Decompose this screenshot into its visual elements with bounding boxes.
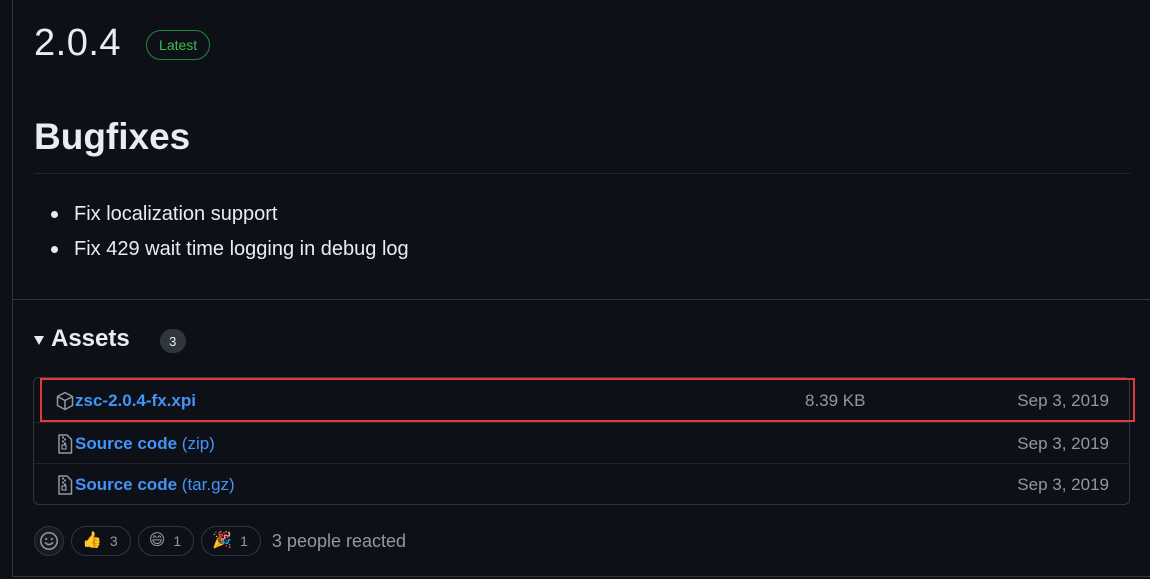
asset-format: (tar.gz) — [181, 474, 235, 494]
bullet-icon — [51, 211, 58, 218]
assets-list: zsc-2.0.4-fx.xpi 8.39 KB Sep 3, 2019 Sou… — [33, 377, 1130, 505]
file-zip-icon — [56, 433, 74, 454]
asset-format: (zip) — [181, 433, 215, 453]
asset-name: Source code — [75, 474, 178, 494]
bullet-icon — [51, 246, 58, 253]
asset-row: Source code (tar.gz) Sep 3, 2019 — [34, 463, 1129, 505]
release-header: 2.0.4 Latest — [34, 22, 211, 65]
list-item: Fix localization support — [34, 197, 409, 232]
heading-divider — [34, 173, 1130, 174]
reaction-count: 1 — [173, 533, 182, 549]
reaction-smile-button[interactable]: 😄 1 — [137, 526, 195, 556]
asset-name: zsc-2.0.4-fx.xpi — [75, 391, 196, 410]
file-zip-icon — [56, 474, 74, 495]
asset-date: Sep 3, 2019 — [1017, 474, 1109, 494]
asset-row: zsc-2.0.4-fx.xpi 8.39 KB Sep 3, 2019 — [34, 380, 1129, 422]
release-note-text: Fix localization support — [74, 203, 278, 225]
reactions-summary: 3 people reacted — [271, 530, 407, 551]
asset-download-link[interactable]: zsc-2.0.4-fx.xpi — [75, 391, 196, 411]
package-icon — [56, 391, 74, 411]
source-code-zip-link[interactable]: Source code (zip) — [75, 434, 215, 454]
add-reaction-button[interactable] — [34, 526, 64, 556]
asset-date: Sep 3, 2019 — [1017, 391, 1109, 410]
release-note-text: Fix 429 wait time logging in debug log — [74, 238, 409, 260]
reaction-count: 1 — [240, 533, 248, 549]
reaction-thumbs-up-button[interactable]: 👍 3 — [71, 526, 131, 556]
latest-badge: Latest — [146, 30, 211, 60]
reaction-count: 3 — [109, 533, 118, 549]
assets-toggle[interactable]: Assets 3 — [34, 325, 186, 353]
asset-size: 8.39 KB — [805, 391, 866, 410]
smiley-icon — [40, 532, 58, 550]
asset-name: Source code — [75, 433, 178, 453]
assets-title: Assets — [51, 325, 130, 352]
reaction-tada-button[interactable]: 🎉 1 — [201, 526, 261, 556]
tada-icon: 🎉 — [212, 532, 233, 549]
asset-date: Sep 3, 2019 — [1017, 433, 1109, 453]
reactions-bar: 👍 3 😄 1 🎉 1 3 people reacted — [34, 526, 406, 556]
release-notes-list: Fix localization support Fix 429 wait ti… — [34, 197, 409, 267]
assets-count-badge: 3 — [159, 329, 186, 353]
caret-down-icon — [34, 336, 44, 345]
smile-icon: 😄 — [148, 532, 166, 549]
source-code-targz-link[interactable]: Source code (tar.gz) — [75, 475, 235, 495]
section-divider — [13, 299, 1150, 300]
asset-row: Source code (zip) Sep 3, 2019 — [34, 422, 1129, 464]
release-version[interactable]: 2.0.4 — [34, 22, 121, 65]
release-notes-heading: Bugfixes — [34, 116, 191, 157]
list-item: Fix 429 wait time logging in debug log — [34, 232, 409, 267]
thumbs-up-icon: 👍 — [82, 532, 102, 549]
